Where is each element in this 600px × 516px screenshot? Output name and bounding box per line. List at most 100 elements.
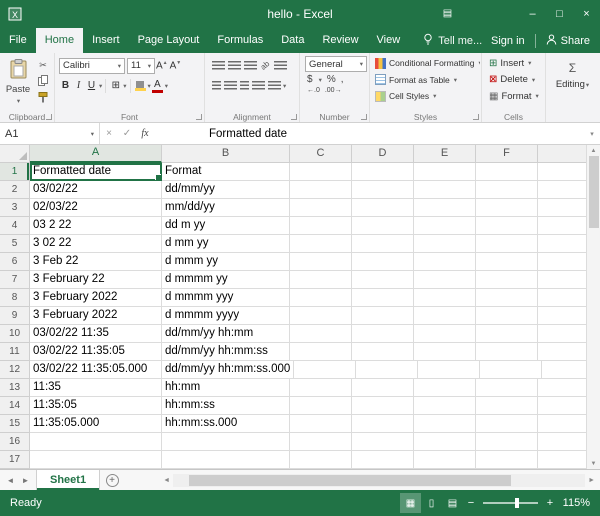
cell-C3[interactable] — [290, 199, 352, 217]
cell-E2[interactable] — [414, 181, 476, 199]
horizontal-scrollbar-thumb[interactable] — [189, 475, 510, 486]
row-header-8[interactable]: 8 — [0, 289, 30, 307]
cell-D5[interactable] — [352, 235, 414, 253]
row-header-14[interactable]: 14 — [0, 397, 30, 415]
cell-A10[interactable]: 03/02/22 11:35 — [30, 325, 162, 343]
bold-button[interactable]: B — [59, 80, 72, 91]
row-header-6[interactable]: 6 — [0, 253, 30, 271]
ribbon-tab-review[interactable]: Review — [313, 28, 367, 53]
row-header-2[interactable]: 2 — [0, 181, 30, 199]
cell-A6[interactable]: 3 Feb 22 — [30, 253, 162, 271]
ribbon-tab-data[interactable]: Data — [272, 28, 313, 53]
cell-B6[interactable]: d mmm yy — [162, 253, 290, 271]
accounting-format-button[interactable]: $ — [307, 74, 313, 85]
cell-C4[interactable] — [290, 217, 352, 235]
grow-font-button[interactable]: A▲ — [155, 60, 169, 71]
cell-D8[interactable] — [352, 289, 414, 307]
cell-C5[interactable] — [290, 235, 352, 253]
cell-C9[interactable] — [290, 307, 352, 325]
cell-C10[interactable] — [290, 325, 352, 343]
cell-E1[interactable] — [414, 163, 476, 181]
delete-cells-button[interactable]: ⊠ Delete ▾ — [484, 72, 544, 89]
scroll-left-icon[interactable]: ◄ — [160, 477, 173, 484]
align-center-button[interactable] — [224, 81, 237, 91]
sheet-tab-sheet1[interactable]: Sheet1 — [36, 470, 100, 490]
cell-F17[interactable] — [476, 451, 538, 469]
cell-A7[interactable]: 3 February 22 — [30, 271, 162, 289]
cell-E8[interactable] — [414, 289, 476, 307]
decrease-decimal-button[interactable]: .00→ — [325, 87, 342, 94]
cell-A13[interactable]: 11:35 — [30, 379, 162, 397]
row-header-9[interactable]: 9 — [0, 307, 30, 325]
underline-button[interactable]: U — [85, 80, 98, 91]
cell-D10[interactable] — [352, 325, 414, 343]
page-layout-view-button[interactable]: ▯ — [421, 493, 442, 513]
dialog-launcher-icon[interactable] — [196, 114, 202, 120]
cell-A15[interactable]: 11:35:05.000 — [30, 415, 162, 433]
normal-view-button[interactable]: ▦ — [400, 493, 421, 513]
cell-E14[interactable] — [414, 397, 476, 415]
zoom-slider-thumb[interactable] — [515, 498, 519, 508]
cell-B14[interactable]: hh:mm:ss — [162, 397, 290, 415]
scroll-down-icon[interactable]: ▼ — [591, 458, 597, 469]
row-header-15[interactable]: 15 — [0, 415, 30, 433]
ribbon-tab-insert[interactable]: Insert — [83, 28, 129, 53]
increase-decimal-button[interactable]: ←.0 — [307, 87, 320, 94]
cell-A14[interactable]: 11:35:05 — [30, 397, 162, 415]
dialog-launcher-icon[interactable] — [46, 114, 52, 120]
formula-input[interactable]: Formatted date — [154, 123, 584, 144]
font-name-select[interactable]: Calibri▾ — [59, 58, 125, 74]
cell-D3[interactable] — [352, 199, 414, 217]
cell-F6[interactable] — [476, 253, 538, 271]
cell-C8[interactable] — [290, 289, 352, 307]
cell-A11[interactable]: 03/02/22 11:35:05 — [30, 343, 162, 361]
sign-in-button[interactable]: Sign in — [491, 35, 525, 47]
italic-button[interactable]: I — [72, 80, 85, 91]
cell-F8[interactable] — [476, 289, 538, 307]
cell-B17[interactable] — [162, 451, 290, 469]
row-header-3[interactable]: 3 — [0, 199, 30, 217]
cell-F13[interactable] — [476, 379, 538, 397]
font-size-select[interactable]: 11▾ — [127, 58, 155, 74]
align-top-button[interactable] — [212, 61, 225, 71]
align-left-button[interactable] — [212, 81, 221, 91]
horizontal-scrollbar[interactable]: ◄ ► — [160, 470, 600, 490]
previous-sheet-icon[interactable]: ◄ — [7, 476, 15, 485]
cell-E4[interactable] — [414, 217, 476, 235]
cell-C13[interactable] — [290, 379, 352, 397]
align-right-button[interactable] — [240, 81, 249, 91]
cell-D7[interactable] — [352, 271, 414, 289]
cell-F11[interactable] — [476, 343, 538, 361]
paste-button[interactable]: Paste ▾ — [2, 55, 34, 111]
cell-F5[interactable] — [476, 235, 538, 253]
ribbon-display-options-icon[interactable]: ▤ — [434, 0, 461, 28]
zoom-slider[interactable] — [483, 502, 538, 504]
cell-A17[interactable] — [30, 451, 162, 469]
select-all-corner[interactable] — [0, 145, 30, 163]
zoom-in-button[interactable]: + — [542, 497, 558, 509]
scroll-up-icon[interactable]: ▲ — [591, 145, 597, 156]
cell-styles-button[interactable]: Cell Styles ▾ — [372, 88, 480, 105]
dialog-launcher-icon[interactable] — [473, 114, 479, 120]
cell-A2[interactable]: 03/02/22 — [30, 181, 162, 199]
cell-F3[interactable] — [476, 199, 538, 217]
cut-button[interactable]: ✂ — [39, 60, 47, 71]
cell-E10[interactable] — [414, 325, 476, 343]
cell-A1[interactable]: Formatted date — [30, 163, 162, 181]
dialog-launcher-icon[interactable] — [291, 114, 297, 120]
cell-D1[interactable] — [352, 163, 414, 181]
scroll-right-icon[interactable]: ► — [585, 477, 598, 484]
cell-C6[interactable] — [290, 253, 352, 271]
format-cells-button[interactable]: ▦ Format ▾ — [484, 88, 544, 105]
cell-C2[interactable] — [290, 181, 352, 199]
ribbon-tab-view[interactable]: View — [368, 28, 410, 53]
cell-B9[interactable]: d mmmm yyyy — [162, 307, 290, 325]
row-header-1[interactable]: 1 — [0, 163, 30, 181]
cell-B10[interactable]: dd/mm/yy hh:mm — [162, 325, 290, 343]
enter-entry-button[interactable]: ✓ — [118, 123, 136, 144]
cell-F16[interactable] — [476, 433, 538, 451]
column-header-D[interactable]: D — [352, 145, 414, 163]
cell-E16[interactable] — [414, 433, 476, 451]
cell-C12[interactable] — [294, 361, 356, 379]
cell-B11[interactable]: dd/mm/yy hh:mm:ss — [162, 343, 290, 361]
